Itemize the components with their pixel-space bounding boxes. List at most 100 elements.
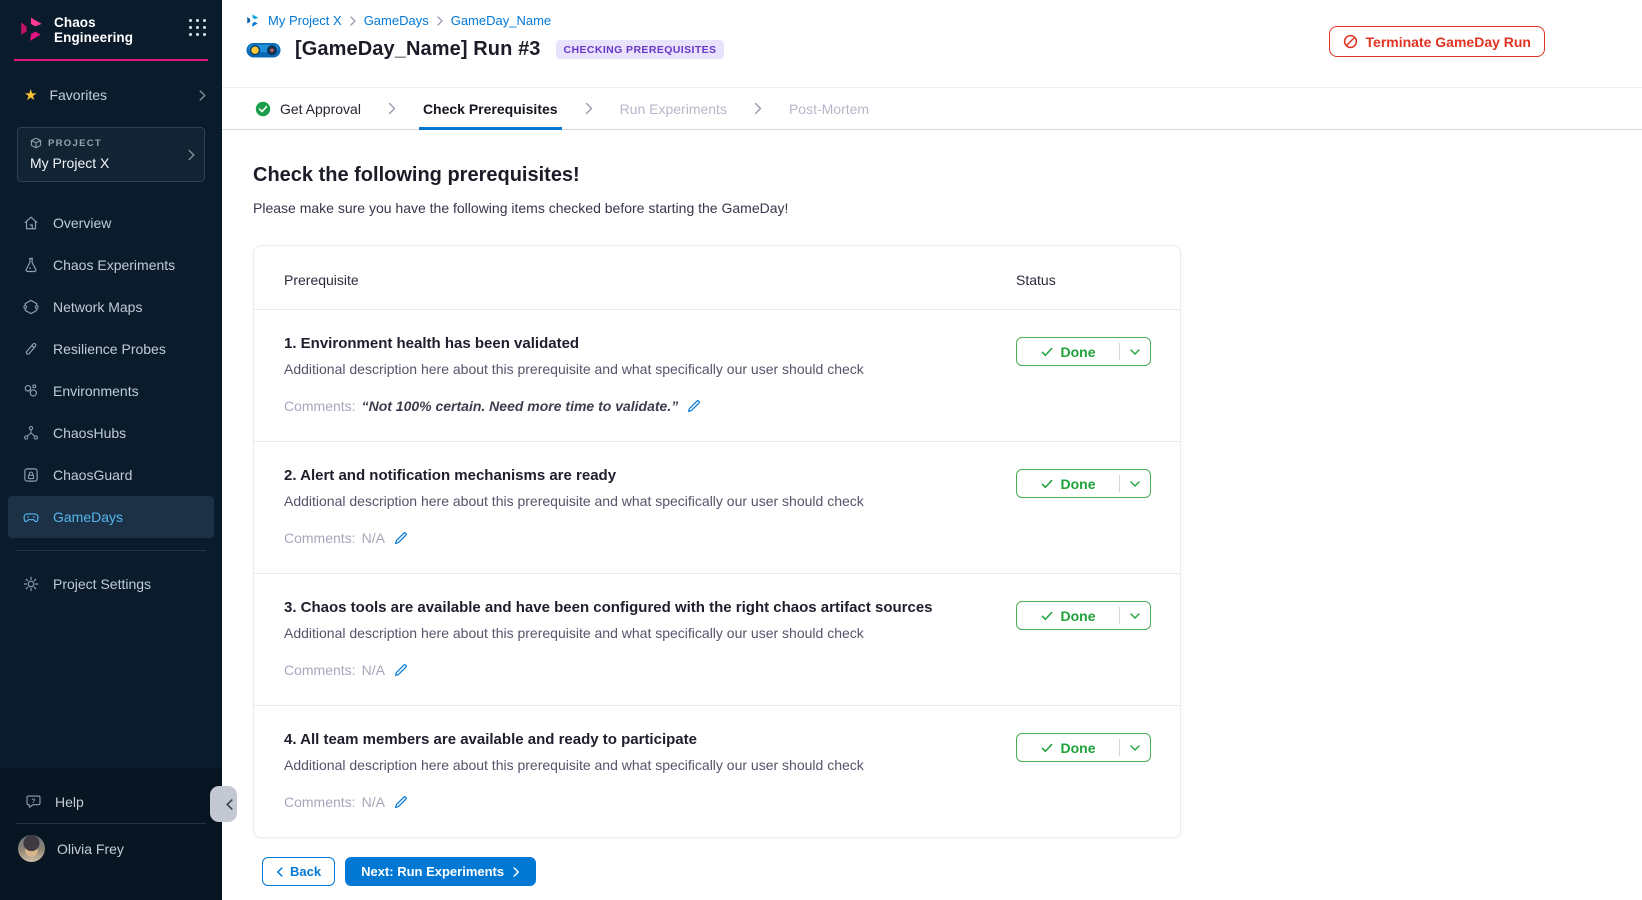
chevron-down-icon[interactable] bbox=[1120, 745, 1150, 751]
project-selector[interactable]: PROJECT My Project X bbox=[17, 127, 205, 182]
status-value: Done bbox=[1017, 608, 1119, 624]
chevron-down-icon[interactable] bbox=[1120, 613, 1150, 619]
table-header: Prerequisite Status bbox=[254, 246, 1180, 309]
prerequisites-card: Prerequisite Status 1. Environment healt… bbox=[253, 245, 1181, 838]
step-post-mortem[interactable]: Post-Mortem bbox=[789, 88, 869, 129]
prerequisite-description: Additional description here about this p… bbox=[284, 757, 986, 773]
status-dropdown-button[interactable]: Done bbox=[1016, 601, 1151, 630]
prerequisite-title: 2. Alert and notification mechanisms are… bbox=[284, 467, 986, 484]
chevron-right-icon bbox=[754, 88, 762, 129]
chevron-right-icon bbox=[388, 88, 396, 129]
user-profile[interactable]: Olivia Frey bbox=[0, 824, 222, 862]
back-label: Back bbox=[290, 864, 321, 879]
comments-label: Comments: bbox=[284, 662, 356, 678]
prerequisite-row: 4. All team members are available and re… bbox=[254, 706, 1180, 837]
comments-line: Comments: N/A bbox=[284, 530, 986, 546]
sidebar-bottom: ? Help Olivia Frey bbox=[0, 768, 222, 900]
status-value: Done bbox=[1017, 344, 1119, 360]
sidebar-item-label: Chaos Experiments bbox=[53, 257, 175, 273]
edit-comment-icon[interactable] bbox=[687, 399, 701, 413]
chevron-right-icon bbox=[437, 16, 443, 26]
sidebar-item-network-maps[interactable]: Network Maps bbox=[8, 286, 214, 328]
module-grid-icon[interactable] bbox=[189, 19, 206, 36]
hexagon-icon bbox=[22, 298, 40, 316]
sidebar-item-chaoshubs[interactable]: ChaosHubs bbox=[8, 412, 214, 454]
comment-value: N/A bbox=[362, 662, 385, 678]
breadcrumb-project-link[interactable]: My Project X bbox=[268, 13, 342, 28]
sidebar-item-label: Overview bbox=[53, 215, 111, 231]
run-stepper: Get Approval Check Prerequisites Run Exp… bbox=[222, 88, 1642, 130]
comments-line: Comments: N/A bbox=[284, 662, 986, 678]
module-logo-icon bbox=[245, 13, 260, 28]
status-dropdown-button[interactable]: Done bbox=[1016, 469, 1151, 498]
prohibited-icon bbox=[1343, 34, 1358, 49]
status-dropdown-button[interactable]: Done bbox=[1016, 337, 1151, 366]
check-circle-icon bbox=[255, 101, 271, 117]
next-label: Next: Run Experiments bbox=[361, 864, 504, 879]
prerequisite-description: Additional description here about this p… bbox=[284, 361, 986, 377]
app-root: Chaos Engineering ★ Favorites PROJECT My… bbox=[0, 0, 1642, 900]
brand-title: Chaos Engineering bbox=[54, 15, 133, 45]
status-cell: Done bbox=[1016, 467, 1151, 546]
avatar bbox=[18, 835, 45, 862]
favorites-toggle[interactable]: ★ Favorites bbox=[0, 80, 222, 110]
breadcrumb: My Project X GameDays GameDay_Name bbox=[245, 0, 1642, 28]
prerequisite-title: 3. Chaos tools are available and have be… bbox=[284, 599, 986, 616]
status-value: Done bbox=[1017, 740, 1119, 756]
gamepad-icon bbox=[22, 508, 40, 526]
sidebar-item-gamedays[interactable]: GameDays bbox=[8, 496, 214, 538]
step-label: Get Approval bbox=[280, 101, 361, 117]
chaos-engineering-logo-icon[interactable] bbox=[17, 15, 45, 43]
sidebar-item-overview[interactable]: Overview bbox=[8, 202, 214, 244]
sidebar-item-project-settings[interactable]: Project Settings bbox=[8, 563, 214, 605]
favorites-label: Favorites bbox=[49, 87, 107, 103]
sidebar-nav: Overview Chaos Experiments Network Maps … bbox=[0, 202, 222, 538]
column-header-status: Status bbox=[1016, 272, 1151, 288]
status-cell: Done bbox=[1016, 731, 1151, 810]
comments-label: Comments: bbox=[284, 398, 356, 414]
chevron-down-icon[interactable] bbox=[1120, 481, 1150, 487]
environments-icon bbox=[22, 382, 40, 400]
sidebar-collapse-handle[interactable] bbox=[210, 786, 237, 822]
edit-comment-icon[interactable] bbox=[394, 795, 408, 809]
comments-line: Comments: N/A bbox=[284, 794, 986, 810]
brand-line2: Engineering bbox=[54, 30, 133, 45]
chevron-down-icon[interactable] bbox=[1120, 349, 1150, 355]
terminate-gameday-run-button[interactable]: Terminate GameDay Run bbox=[1329, 26, 1545, 57]
back-button[interactable]: Back bbox=[262, 857, 335, 886]
help-button[interactable]: ? Help bbox=[0, 768, 222, 821]
step-check-prerequisites[interactable]: Check Prerequisites bbox=[423, 88, 558, 129]
next-run-experiments-button[interactable]: Next: Run Experiments bbox=[345, 857, 536, 886]
status-dropdown-button[interactable]: Done bbox=[1016, 733, 1151, 762]
prerequisite-info: 2. Alert and notification mechanisms are… bbox=[284, 467, 1016, 546]
main-area: My Project X GameDays GameDay_Name bbox=[222, 0, 1642, 900]
sidebar-item-label: Network Maps bbox=[53, 299, 142, 315]
sidebar-item-label: Project Settings bbox=[53, 576, 151, 592]
step-label: Post-Mortem bbox=[789, 101, 869, 117]
comment-value: “Not 100% certain. Need more time to val… bbox=[362, 398, 679, 414]
sidebar-header: Chaos Engineering bbox=[0, 0, 222, 45]
step-label: Check Prerequisites bbox=[423, 101, 558, 117]
project-name: My Project X bbox=[30, 155, 178, 171]
comment-value: N/A bbox=[362, 530, 385, 546]
step-run-experiments[interactable]: Run Experiments bbox=[620, 88, 727, 129]
hub-icon bbox=[22, 424, 40, 442]
flask-icon bbox=[22, 256, 40, 274]
sidebar-item-resilience-probes[interactable]: Resilience Probes bbox=[8, 328, 214, 370]
lock-icon bbox=[22, 466, 40, 484]
sidebar-item-label: ChaosHubs bbox=[53, 425, 126, 441]
sidebar-item-environments[interactable]: Environments bbox=[8, 370, 214, 412]
sidebar-item-chaosguard[interactable]: ChaosGuard bbox=[8, 454, 214, 496]
gamepad-icon bbox=[245, 39, 282, 61]
sidebar-item-chaos-experiments[interactable]: Chaos Experiments bbox=[8, 244, 214, 286]
sidebar-item-label: Resilience Probes bbox=[53, 341, 166, 357]
edit-comment-icon[interactable] bbox=[394, 663, 408, 677]
edit-comment-icon[interactable] bbox=[394, 531, 408, 545]
chevron-right-icon bbox=[350, 16, 356, 26]
breadcrumb-gamedays-link[interactable]: GameDays bbox=[364, 13, 429, 28]
step-get-approval[interactable]: Get Approval bbox=[255, 88, 361, 129]
breadcrumb-gameday-name-link[interactable]: GameDay_Name bbox=[451, 13, 551, 28]
sidebar-item-label: GameDays bbox=[53, 509, 123, 525]
cube-icon bbox=[30, 137, 42, 149]
wizard-footer: Back Next: Run Experiments bbox=[262, 857, 1642, 886]
